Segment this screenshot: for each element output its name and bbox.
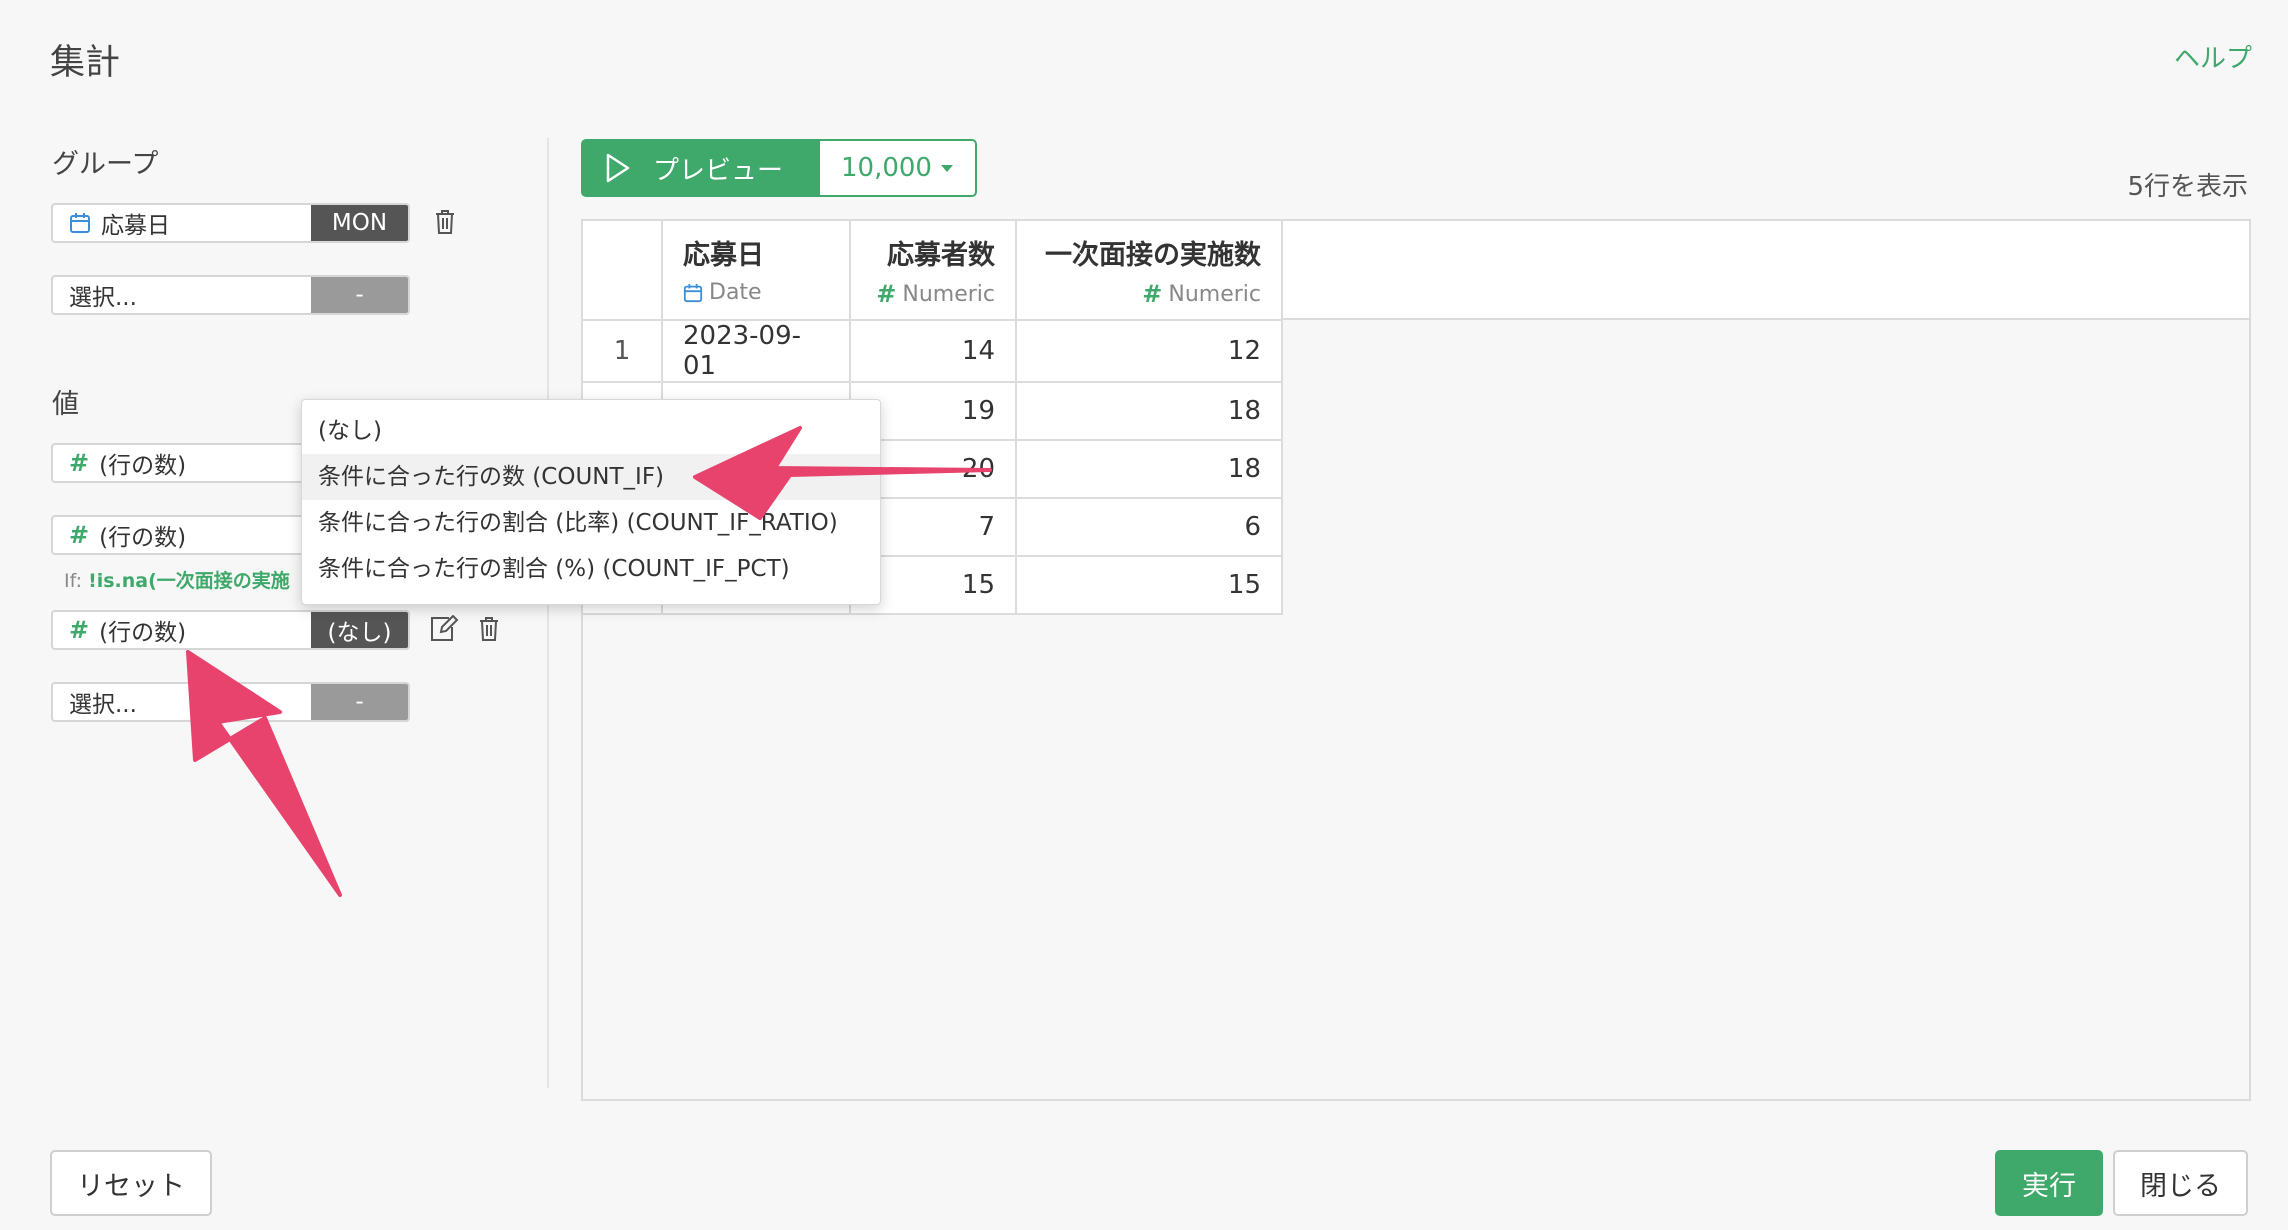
column-type: Numeric: [902, 281, 995, 307]
calendar-icon: [683, 283, 703, 302]
table-header-row: 応募日 Date 応募者数 # Numeric 一次面接の実施数 # Numer…: [583, 221, 1283, 321]
trash-icon: [436, 210, 454, 234]
values-section-label: 値: [52, 389, 79, 420]
preview-label: プレビュー: [653, 155, 784, 186]
group-unit-select[interactable]: MON: [311, 205, 408, 241]
group-add-unit[interactable]: -: [311, 277, 408, 313]
cell-date: 2023-09-01: [662, 320, 851, 383]
cell-interviews: 6: [1016, 498, 1283, 557]
if-condition-note: If: !is.na(一次面接の実施: [64, 570, 290, 592]
group-add-placeholder: 選択...: [69, 285, 137, 311]
value-add-placeholder: 選択...: [69, 692, 137, 718]
row-count-label: 5行を表示: [2127, 172, 2248, 202]
close-button[interactable]: 閉じる: [2113, 1150, 2248, 1216]
trash-icon: [480, 617, 498, 641]
column-header-interviews[interactable]: 一次面接の実施数 # Numeric: [1016, 221, 1283, 321]
column-name: 応募日: [683, 240, 764, 271]
value-column-select-1[interactable]: # (行の数): [51, 443, 311, 483]
cell-interviews: 12: [1016, 320, 1283, 383]
group-section-label: グループ: [52, 149, 159, 180]
value-column-label: (行の数): [99, 453, 187, 479]
preview-rows-value: 10,000: [841, 153, 932, 183]
run-button[interactable]: 実行: [1995, 1150, 2103, 1216]
column-type: Date: [709, 280, 762, 305]
dialog-title: 集計: [50, 43, 121, 83]
group-column-label: 応募日: [101, 213, 170, 239]
cell-applicants: 14: [850, 320, 1017, 383]
dropdown-option-count-if-pct[interactable]: 条件に合った行の割合 (%) (COUNT_IF_PCT): [302, 546, 880, 592]
reset-button[interactable]: リセット: [50, 1150, 212, 1216]
group-add-select[interactable]: 選択... -: [51, 275, 410, 315]
hash-icon: #: [69, 616, 90, 644]
column-header-applicants[interactable]: 応募者数 # Numeric: [850, 221, 1017, 321]
hash-icon: #: [69, 449, 90, 477]
panel-divider: [547, 138, 549, 1088]
value-column-select-3[interactable]: # (行の数) (なし): [51, 610, 410, 650]
value-function-select[interactable]: (なし): [311, 612, 408, 648]
value-column-label: (行の数): [99, 620, 187, 646]
if-condition-expression: !is.na(一次面接の実施: [88, 570, 290, 592]
cell-interviews: 15: [1016, 556, 1283, 615]
play-icon: [606, 153, 630, 183]
caret-down-icon: [940, 165, 953, 172]
dropdown-option-count-if-ratio[interactable]: 条件に合った行の割合 (比率) (COUNT_IF_RATIO): [302, 500, 880, 546]
hash-icon: #: [876, 280, 897, 308]
column-name: 応募者数: [887, 240, 995, 271]
row-index: 1: [583, 320, 663, 383]
value-column-select-2[interactable]: # (行の数): [51, 515, 311, 555]
column-header-date[interactable]: 応募日 Date: [662, 221, 851, 321]
delete-group-button[interactable]: [429, 206, 461, 238]
cell-interviews: 18: [1016, 440, 1283, 499]
edit-icon: [431, 615, 459, 641]
edit-value-button[interactable]: [428, 613, 460, 645]
column-type: Numeric: [1168, 281, 1261, 307]
delete-value-button[interactable]: [473, 613, 505, 645]
value-column-label: (行の数): [99, 525, 187, 551]
table-row: 1 2023-09-01 14 12: [583, 320, 1283, 383]
dropdown-option-count-if[interactable]: 条件に合った行の数 (COUNT_IF): [302, 454, 880, 500]
value-add-function[interactable]: -: [311, 684, 408, 720]
preview-table-area: 応募日 Date 応募者数 # Numeric 一次面接の実施数 # Numer…: [581, 219, 2251, 1101]
value-function-dropdown: (なし) 条件に合った行の数 (COUNT_IF) 条件に合った行の割合 (比率…: [301, 399, 881, 605]
hash-icon: #: [1142, 280, 1163, 308]
calendar-icon: [70, 213, 90, 233]
preview-rows-select[interactable]: 10,000: [818, 139, 977, 197]
column-name: 一次面接の実施数: [1045, 240, 1261, 271]
index-header: [583, 221, 663, 321]
help-link[interactable]: ヘルプ: [2174, 38, 2252, 75]
dropdown-option-none[interactable]: (なし): [302, 408, 880, 454]
value-add-select[interactable]: 選択... -: [51, 682, 410, 722]
group-column-select[interactable]: 応募日 MON: [51, 203, 410, 243]
hash-icon: #: [69, 521, 90, 549]
preview-button[interactable]: プレビュー: [581, 139, 819, 197]
cell-interviews: 18: [1016, 382, 1283, 441]
